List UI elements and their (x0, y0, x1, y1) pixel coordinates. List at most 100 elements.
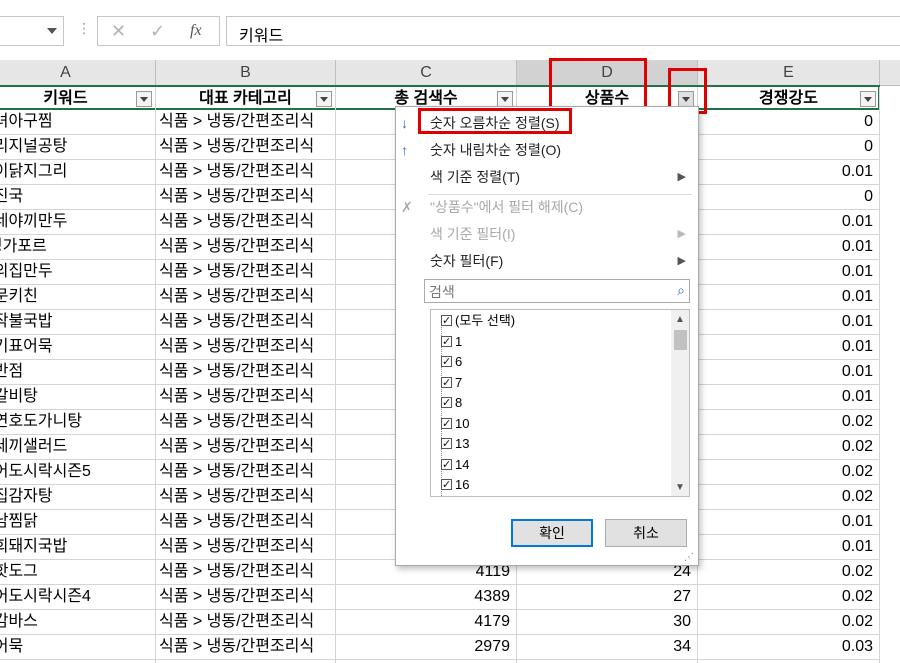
competition-cell[interactable]: 0.02 (698, 585, 880, 609)
competition-cell[interactable]: 0.02 (698, 410, 880, 434)
competition-cell[interactable]: 0 (698, 135, 880, 159)
competition-cell[interactable]: 0.02 (698, 435, 880, 459)
keyword-cell[interactable]: 마반점 (0, 360, 156, 384)
keyword-cell[interactable]: 야진국 (0, 185, 156, 209)
keyword-cell[interactable]: 시세끼샐러드 (0, 435, 156, 459)
column-header-a[interactable]: A (0, 60, 156, 85)
checkbox[interactable] (441, 373, 452, 393)
competition-cell[interactable]: 0.01 (698, 510, 880, 534)
keyword-cell[interactable]: 원집감자탕 (0, 485, 156, 509)
category-cell[interactable]: 식품 > 냉동/간편조리식 (156, 485, 336, 509)
keyword-cell[interactable]: 온어도시락시즌5 (0, 460, 156, 484)
enter-icon[interactable]: ✓ (150, 21, 165, 42)
filter-value-item[interactable]: 6 (441, 352, 462, 372)
filter-value-item[interactable]: 14 (441, 455, 469, 475)
checkbox[interactable] (441, 434, 452, 454)
header-cell-competition[interactable]: 경쟁강도 (698, 87, 880, 111)
menu-item-number-filter[interactable]: 숫자 필터(F) ▶ (396, 248, 696, 275)
filter-value-item[interactable]: 7 (441, 373, 462, 393)
keyword-cell[interactable]: 공녀아구찜 (0, 110, 156, 134)
category-cell[interactable]: 식품 > 냉동/간편조리식 (156, 310, 336, 334)
resize-grip-icon[interactable]: ⋰ (684, 552, 694, 563)
checkbox[interactable] (441, 332, 452, 352)
filter-dropdown-icon[interactable] (497, 91, 513, 107)
checkbox[interactable] (441, 311, 452, 331)
competition-cell[interactable]: 0.01 (698, 360, 880, 384)
competition-cell[interactable]: 0.01 (698, 235, 880, 259)
category-cell[interactable]: 식품 > 냉동/간편조리식 (156, 260, 336, 284)
filter-value-item[interactable]: 8 (441, 393, 462, 413)
category-cell[interactable]: 식품 > 냉동/간편조리식 (156, 335, 336, 359)
checkbox[interactable] (441, 393, 452, 413)
keyword-cell[interactable]: 구네야끼만두 (0, 210, 156, 234)
category-cell[interactable]: 식품 > 냉동/간편조리식 (156, 560, 336, 584)
checkbox[interactable] (441, 455, 452, 475)
scroll-down-icon[interactable]: ▼ (675, 482, 685, 493)
category-cell[interactable]: 식품 > 냉동/간편조리식 (156, 160, 336, 184)
filter-dropdown-icon[interactable] (860, 91, 876, 107)
competition-cell[interactable]: 0.01 (698, 285, 880, 309)
product-count-cell[interactable]: 34 (517, 635, 698, 659)
column-header-b[interactable]: B (156, 60, 336, 85)
filter-dropdown-icon[interactable] (136, 91, 152, 107)
name-box[interactable] (0, 16, 64, 46)
keyword-cell[interactable]: 내연호도가니탕 (0, 410, 156, 434)
category-cell[interactable]: 식품 > 냉동/간편조리식 (156, 235, 336, 259)
category-cell[interactable]: 식품 > 냉동/간편조리식 (156, 510, 336, 534)
filter-value-item[interactable]: 10 (441, 414, 469, 434)
category-cell[interactable]: 식품 > 냉동/간편조리식 (156, 585, 336, 609)
competition-cell[interactable]: 0 (698, 110, 880, 134)
column-header-c[interactable]: C (336, 60, 517, 85)
category-cell[interactable]: 식품 > 냉동/간편조리식 (156, 360, 336, 384)
search-volume-cell[interactable]: 4389 (336, 585, 517, 609)
competition-cell[interactable]: 0.03 (698, 635, 880, 659)
checkbox[interactable] (441, 352, 452, 372)
competition-cell[interactable]: 0.02 (698, 460, 880, 484)
competition-cell[interactable]: 0.01 (698, 310, 880, 334)
filter-search-input[interactable]: 검색 ⌕ (424, 279, 690, 303)
keyword-cell[interactable]: 쓰문키친 (0, 285, 156, 309)
keyword-cell[interactable]: 맛갈비탕 (0, 385, 156, 409)
filter-dropdown-icon[interactable] (316, 91, 332, 107)
keyword-cell[interactable]: 경희돼지국밥 (0, 535, 156, 559)
insert-function-icon[interactable]: fx (190, 22, 202, 40)
menu-item-sort-descending[interactable]: ↑ 숫자 내림차순 정렬(O) (396, 137, 696, 164)
category-cell[interactable]: 식품 > 냉동/간편조리식 (156, 410, 336, 434)
keyword-cell[interactable]: 장작불국밥 (0, 310, 156, 334)
competition-cell[interactable]: 0 (698, 185, 880, 209)
search-volume-cell[interactable]: 4179 (336, 610, 517, 634)
ok-button[interactable]: 확인 (511, 519, 593, 547)
competition-cell[interactable]: 0.01 (698, 335, 880, 359)
keyword-cell[interactable]: h싱가포르 (0, 235, 156, 259)
competition-cell[interactable]: 0.01 (698, 210, 880, 234)
category-cell[interactable]: 식품 > 냉동/간편조리식 (156, 610, 336, 634)
competition-cell[interactable]: 0.01 (698, 260, 880, 284)
cancel-button[interactable]: 취소 (605, 519, 687, 547)
competition-cell[interactable]: 0.02 (698, 560, 880, 584)
category-cell[interactable]: 식품 > 냉동/간편조리식 (156, 135, 336, 159)
header-cell-category[interactable]: 대표 카테고리 (156, 87, 336, 111)
competition-cell[interactable]: 0.01 (698, 535, 880, 559)
checkbox[interactable] (441, 475, 452, 495)
competition-cell[interactable]: 0.02 (698, 485, 880, 509)
category-cell[interactable]: 식품 > 냉동/간편조리식 (156, 285, 336, 309)
competition-cell[interactable]: 0.01 (698, 385, 880, 409)
menu-item-sort-by-color[interactable]: 색 기준 정렬(T) ▶ (396, 164, 696, 191)
keyword-cell[interactable]: 키핫도그 (0, 560, 156, 584)
filter-value-item[interactable]: 16 (441, 475, 469, 495)
checkbox[interactable] (441, 414, 452, 434)
product-count-cell[interactable]: 30 (517, 610, 698, 634)
keyword-cell[interactable]: 온어도시락시즌4 (0, 585, 156, 609)
column-header-e[interactable]: E (698, 60, 880, 85)
category-cell[interactable]: 식품 > 냉동/간편조리식 (156, 435, 336, 459)
keyword-cell[interactable]: 팩감바스 (0, 610, 156, 634)
keyword-cell[interactable]: 모어묵 (0, 635, 156, 659)
competition-cell[interactable]: 0.02 (698, 610, 880, 634)
keyword-cell[interactable]: 오리지널공탕 (0, 135, 156, 159)
category-cell[interactable]: 식품 > 냉동/간편조리식 (156, 535, 336, 559)
product-count-cell[interactable]: 27 (517, 585, 698, 609)
cancel-icon[interactable]: ✕ (111, 21, 126, 42)
keyword-cell[interactable]: 인의집만두 (0, 260, 156, 284)
filter-value-item[interactable]: 1 (441, 332, 462, 352)
category-cell[interactable]: 식품 > 냉동/간편조리식 (156, 635, 336, 659)
